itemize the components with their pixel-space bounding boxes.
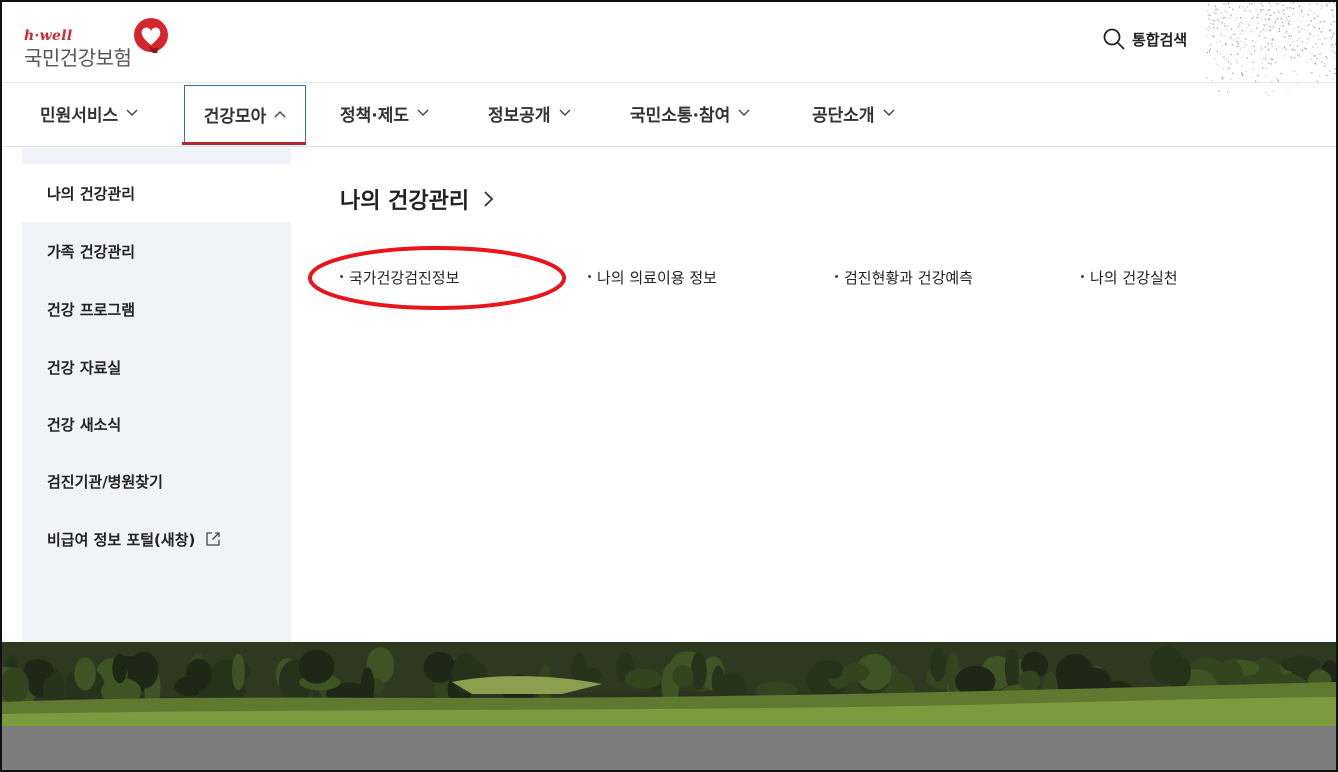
sidebar-item-my-health[interactable]: 나의 건강관리 [22,164,291,222]
unified-search-button[interactable]: 통합검색 [1102,27,1187,51]
sidebar-item-health-resources[interactable]: 건강 자료실 [22,338,291,396]
site-logo[interactable]: h·well 국민건강보험 [24,16,174,72]
browser-frame: h·well 국민건강보험 통합검색 민원서비스 건강모아 정책·제도 정보공개… [0,0,1338,772]
sidebar-item-label: 가족 건강관리 [47,242,136,261]
gnb-item-policy[interactable]: 정책·제도 [340,83,429,143]
chevron-right-icon [484,191,494,207]
gnb-label: 국민소통·참여 [630,105,731,126]
chevron-up-icon [274,111,286,118]
content-title: 나의 건강관리 [340,189,470,214]
chevron-down-icon [883,109,895,116]
site-header: h·well 국민건강보험 통합검색 [2,2,1336,97]
link-my-health-practice[interactable]: 나의 건강실천 [1081,267,1178,288]
sidebar-item-noncovered-portal[interactable]: 비급여 정보 포털(새창) [22,510,291,568]
global-navigation: 민원서비스 건강모아 정책·제도 정보공개 국민소통·참여 공단소개 [2,83,1336,147]
sidebar-item-health-program[interactable]: 건강 프로그램 [22,280,291,338]
bullet-icon [1081,275,1084,278]
logo-name: 국민건강보험 [24,46,132,70]
footer-area [2,726,1336,770]
active-tab-underline [182,142,306,145]
gnb-label: 민원서비스 [40,105,119,126]
search-label: 통합검색 [1132,30,1188,49]
external-link-icon [206,532,221,546]
gnb-label: 정보공개 [488,105,551,126]
sidebar-item-label: 건강 자료실 [47,358,122,377]
sidebar-item-find-hospital[interactable]: 검진기관/병원찾기 [22,452,291,510]
sidebar-item-family-health[interactable]: 가족 건강관리 [22,222,291,280]
sidebar-item-label: 건강 새소식 [47,415,122,434]
gnb-item-info-disclosure[interactable]: 정보공개 [488,83,571,143]
sidebar-item-label: 건강 프로그램 [47,300,136,319]
submenu-sidebar: 나의 건강관리 가족 건강관리 건강 프로그램 건강 자료실 건강 새소식 검진… [22,148,291,642]
gnb-item-health-collection[interactable]: 건강모아 [184,85,306,143]
chevron-down-icon [738,109,750,116]
heart-logo-icon [134,18,168,54]
gnb-label: 건강모아 [203,106,267,127]
chevron-down-icon [417,109,429,116]
link-label: 나의 의료이용 정보 [597,269,717,287]
sidebar-item-label: 비급여 정보 포털(새창) [47,530,196,549]
gnb-item-about[interactable]: 공단소개 [812,83,895,143]
link-label: 검진현황과 건강예측 [844,269,973,287]
link-label: 나의 건강실천 [1090,269,1178,287]
gnb-item-civil-service[interactable]: 민원서비스 [40,83,138,143]
bullet-icon [588,275,591,278]
chevron-down-icon [559,109,571,116]
landscape-banner-image [2,642,1336,726]
content-title-link[interactable]: 나의 건강관리 [340,183,495,215]
sidebar-item-health-news[interactable]: 건강 새소식 [22,395,291,453]
chevron-down-icon [126,109,138,116]
sidebar-item-label: 검진기관/병원찾기 [47,472,163,491]
link-my-medical-usage[interactable]: 나의 의료이용 정보 [588,267,717,288]
gnb-label: 정책·제도 [340,105,410,126]
gnb-label: 공단소개 [812,105,875,126]
sidebar-item-label: 나의 건강관리 [47,184,136,203]
link-checkup-status-prediction[interactable]: 검진현황과 건강예측 [835,267,973,288]
bullet-icon [835,275,838,278]
gnb-item-participation[interactable]: 국민소통·참여 [630,83,750,143]
search-icon [1103,28,1125,50]
annotation-highlight-ellipse [308,246,566,310]
